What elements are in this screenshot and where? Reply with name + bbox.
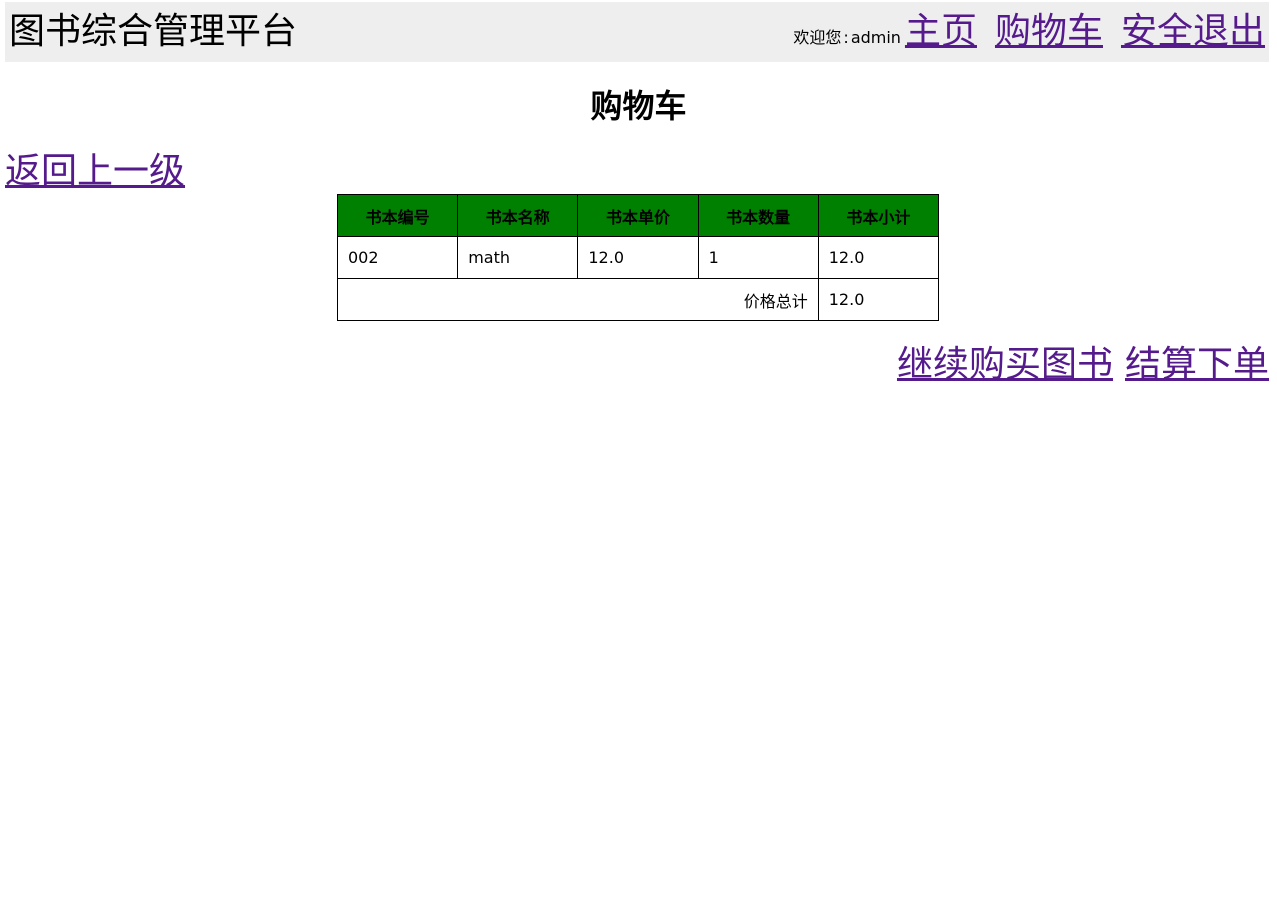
site-title: 图书综合管理平台 bbox=[9, 11, 298, 52]
total-value: 12.0 bbox=[817, 278, 940, 321]
cart-table: 书本编号 书本名称 书本单价 书本数量 书本小计 002 math 12.0 1… bbox=[336, 194, 940, 321]
checkout-link[interactable]: 结算下单 bbox=[1125, 343, 1269, 387]
welcome-separator: : bbox=[843, 28, 849, 47]
continue-shopping-link[interactable]: 继续购买图书 bbox=[897, 343, 1113, 387]
total-label: 价格总计 bbox=[337, 278, 819, 321]
welcome-text: 欢迎您: admin bbox=[793, 24, 901, 48]
nav-cart-link[interactable]: 购物车 bbox=[995, 10, 1103, 54]
cell-book-id: 002 bbox=[336, 236, 459, 279]
top-nav: 欢迎您: admin 主页 购物车 安全退出 bbox=[793, 10, 1265, 54]
page: 图书综合管理平台 欢迎您: admin 主页 购物车 安全退出 购物车 返回上一级… bbox=[0, 0, 1277, 924]
column-header-subtotal: 书本小计 bbox=[817, 194, 940, 237]
cell-unit-price: 12.0 bbox=[577, 236, 699, 279]
page-title: 购物车 bbox=[590, 87, 687, 125]
column-header-book-id: 书本编号 bbox=[336, 194, 459, 237]
table-row: 002 math 12.0 1 12.0 bbox=[336, 236, 940, 279]
cell-quantity: 1 bbox=[697, 236, 819, 279]
back-link[interactable]: 返回上一级 bbox=[5, 150, 185, 194]
nav-logout-link[interactable]: 安全退出 bbox=[1121, 10, 1265, 54]
column-header-quantity: 书本数量 bbox=[697, 194, 819, 237]
column-header-book-name: 书本名称 bbox=[457, 194, 579, 237]
username: admin bbox=[850, 28, 901, 47]
cart-actions: 继续购买图书 结算下单 bbox=[885, 343, 1269, 387]
cell-subtotal: 12.0 bbox=[817, 236, 940, 279]
nav-home-link[interactable]: 主页 bbox=[905, 10, 977, 54]
total-row: 价格总计 12.0 bbox=[337, 278, 940, 321]
cell-book-name: math bbox=[457, 236, 579, 279]
header-bar: 图书综合管理平台 欢迎您: admin 主页 购物车 安全退出 bbox=[5, 2, 1269, 62]
welcome-label: 欢迎您 bbox=[793, 28, 842, 47]
table-header-row: 书本编号 书本名称 书本单价 书本数量 书本小计 bbox=[336, 194, 940, 237]
column-header-unit-price: 书本单价 bbox=[577, 194, 699, 237]
